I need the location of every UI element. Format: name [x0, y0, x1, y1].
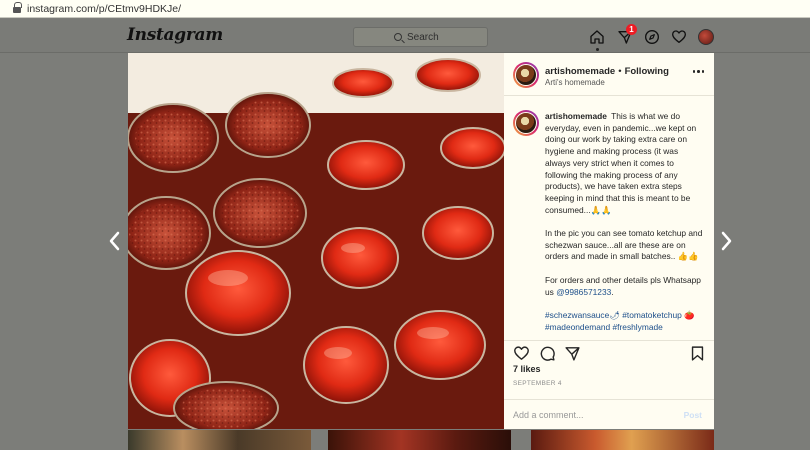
more-post-thumbnail[interactable] [531, 430, 714, 450]
compass-icon[interactable] [643, 28, 661, 46]
post-photo[interactable] [128, 53, 504, 429]
separator-dot: • [618, 66, 622, 77]
more-post-thumbnail[interactable] [128, 430, 311, 450]
comment-bubble-icon[interactable] [539, 345, 556, 362]
heart-icon[interactable] [670, 28, 688, 46]
like-heart-icon[interactable] [513, 345, 530, 362]
likes-count[interactable]: 7 likes [513, 364, 541, 374]
caption-period: . [611, 286, 614, 297]
chevron-left-icon[interactable] [108, 231, 122, 251]
bookmark-icon[interactable] [689, 345, 706, 362]
caption-text: artishomemade This is what we do everyda… [545, 111, 703, 339]
caption-username[interactable]: artishomemade [545, 111, 607, 121]
following-button[interactable]: Following [625, 66, 669, 77]
more-post-thumbnail[interactable] [328, 430, 511, 450]
author-avatar[interactable] [513, 62, 539, 88]
profile-avatar[interactable] [698, 29, 714, 45]
author-subtitle[interactable]: Arti's homemade [545, 78, 605, 87]
caption-paragraph-1: This is what we do everyday, even in pan… [545, 111, 697, 215]
instagram-header: Instagram 1 [0, 19, 810, 53]
caption-avatar[interactable] [513, 110, 539, 136]
post-actions [504, 340, 714, 366]
address-url[interactable]: instagram.com/p/CEtmv9HDKJe/ [27, 3, 181, 15]
sauce-jars-photo [128, 53, 504, 429]
home-icon[interactable] [588, 28, 606, 51]
notification-badge: 1 [626, 24, 637, 35]
chevron-right-icon[interactable] [719, 231, 733, 251]
post-date[interactable]: September 4 [513, 380, 562, 387]
more-posts-strip [128, 430, 714, 450]
search-icon [394, 33, 402, 41]
search-box[interactable] [353, 27, 488, 47]
post-header: artishomemade • Following Arti's homemade [504, 53, 714, 96]
phone-mention-link[interactable]: @9986571233 [556, 287, 611, 297]
caption-paragraph-2: In the pic you can see tomato ketchup an… [545, 228, 703, 262]
share-paper-plane-icon[interactable] [564, 345, 581, 362]
author-line: artishomemade • Following [545, 66, 669, 77]
browser-address-bar[interactable]: instagram.com/p/CEtmv9HDKJe/ [0, 0, 810, 18]
lock-icon [13, 1, 22, 13]
hashtags-links[interactable]: #schezwansauce🌶 #tomatoketchup 🍅 #madeon… [545, 310, 703, 333]
post-side-panel: artishomemade • Following Arti's homemade … [504, 53, 714, 429]
caption-section: artishomemade This is what we do everyda… [504, 97, 714, 339]
more-options-icon[interactable] [692, 70, 704, 73]
post-comment-button[interactable]: Post [684, 410, 702, 420]
comment-input[interactable] [513, 409, 684, 420]
author-username[interactable]: artishomemade [545, 66, 615, 77]
search-input[interactable] [407, 31, 447, 43]
instagram-logo[interactable]: Instagram [127, 25, 223, 45]
comment-form: Post [504, 399, 714, 429]
